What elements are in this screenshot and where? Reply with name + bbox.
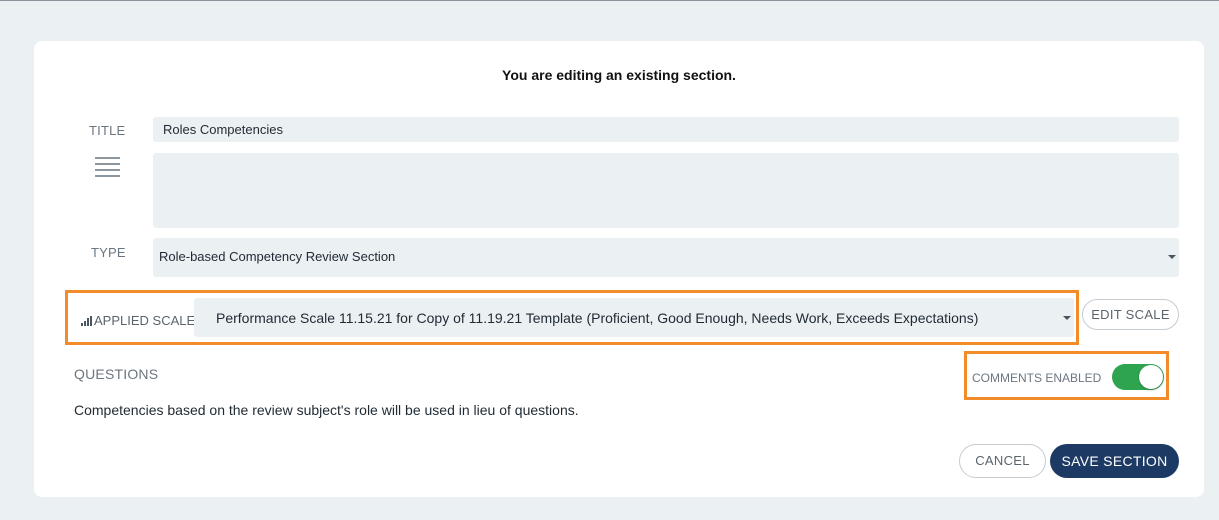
- comments-enabled-label: COMMENTS ENABLED: [972, 371, 1102, 385]
- comments-enabled-highlight: COMMENTS ENABLED: [964, 351, 1169, 400]
- chevron-down-icon: [1063, 316, 1071, 320]
- save-section-button[interactable]: SAVE SECTION: [1050, 444, 1179, 478]
- description-textarea[interactable]: [153, 153, 1179, 228]
- cancel-button[interactable]: CANCEL: [959, 444, 1046, 478]
- applied-scale-value: Performance Scale 11.15.21 for Copy of 1…: [216, 310, 979, 326]
- questions-label: QUESTIONS: [74, 366, 159, 382]
- type-label: TYPE: [91, 245, 126, 260]
- type-select[interactable]: Role-based Competency Review Section: [153, 238, 1179, 277]
- section-editor-card: You are editing an existing section. TIT…: [34, 41, 1204, 497]
- title-label: TITLE: [89, 123, 126, 138]
- type-select-value: Role-based Competency Review Section: [159, 249, 396, 264]
- top-divider: [0, 0, 1219, 1]
- applied-scale-label-text: APPLIED SCALE: [94, 313, 196, 328]
- comments-enabled-toggle[interactable]: [1112, 364, 1164, 390]
- page-heading: You are editing an existing section.: [502, 67, 736, 83]
- edit-scale-button[interactable]: EDIT SCALE: [1082, 299, 1179, 330]
- description-menu-icon: [95, 157, 120, 177]
- questions-info-text: Competencies based on the review subject…: [74, 402, 579, 418]
- applied-scale-highlight: APPLIED SCALE Performance Scale 11.15.21…: [65, 290, 1079, 345]
- applied-scale-select[interactable]: Performance Scale 11.15.21 for Copy of 1…: [194, 298, 1074, 337]
- chevron-down-icon: [1168, 255, 1176, 259]
- title-input[interactable]: [153, 117, 1179, 142]
- signal-bars-icon: [81, 316, 92, 326]
- applied-scale-label: APPLIED SCALE: [81, 313, 195, 328]
- toggle-knob: [1139, 365, 1163, 389]
